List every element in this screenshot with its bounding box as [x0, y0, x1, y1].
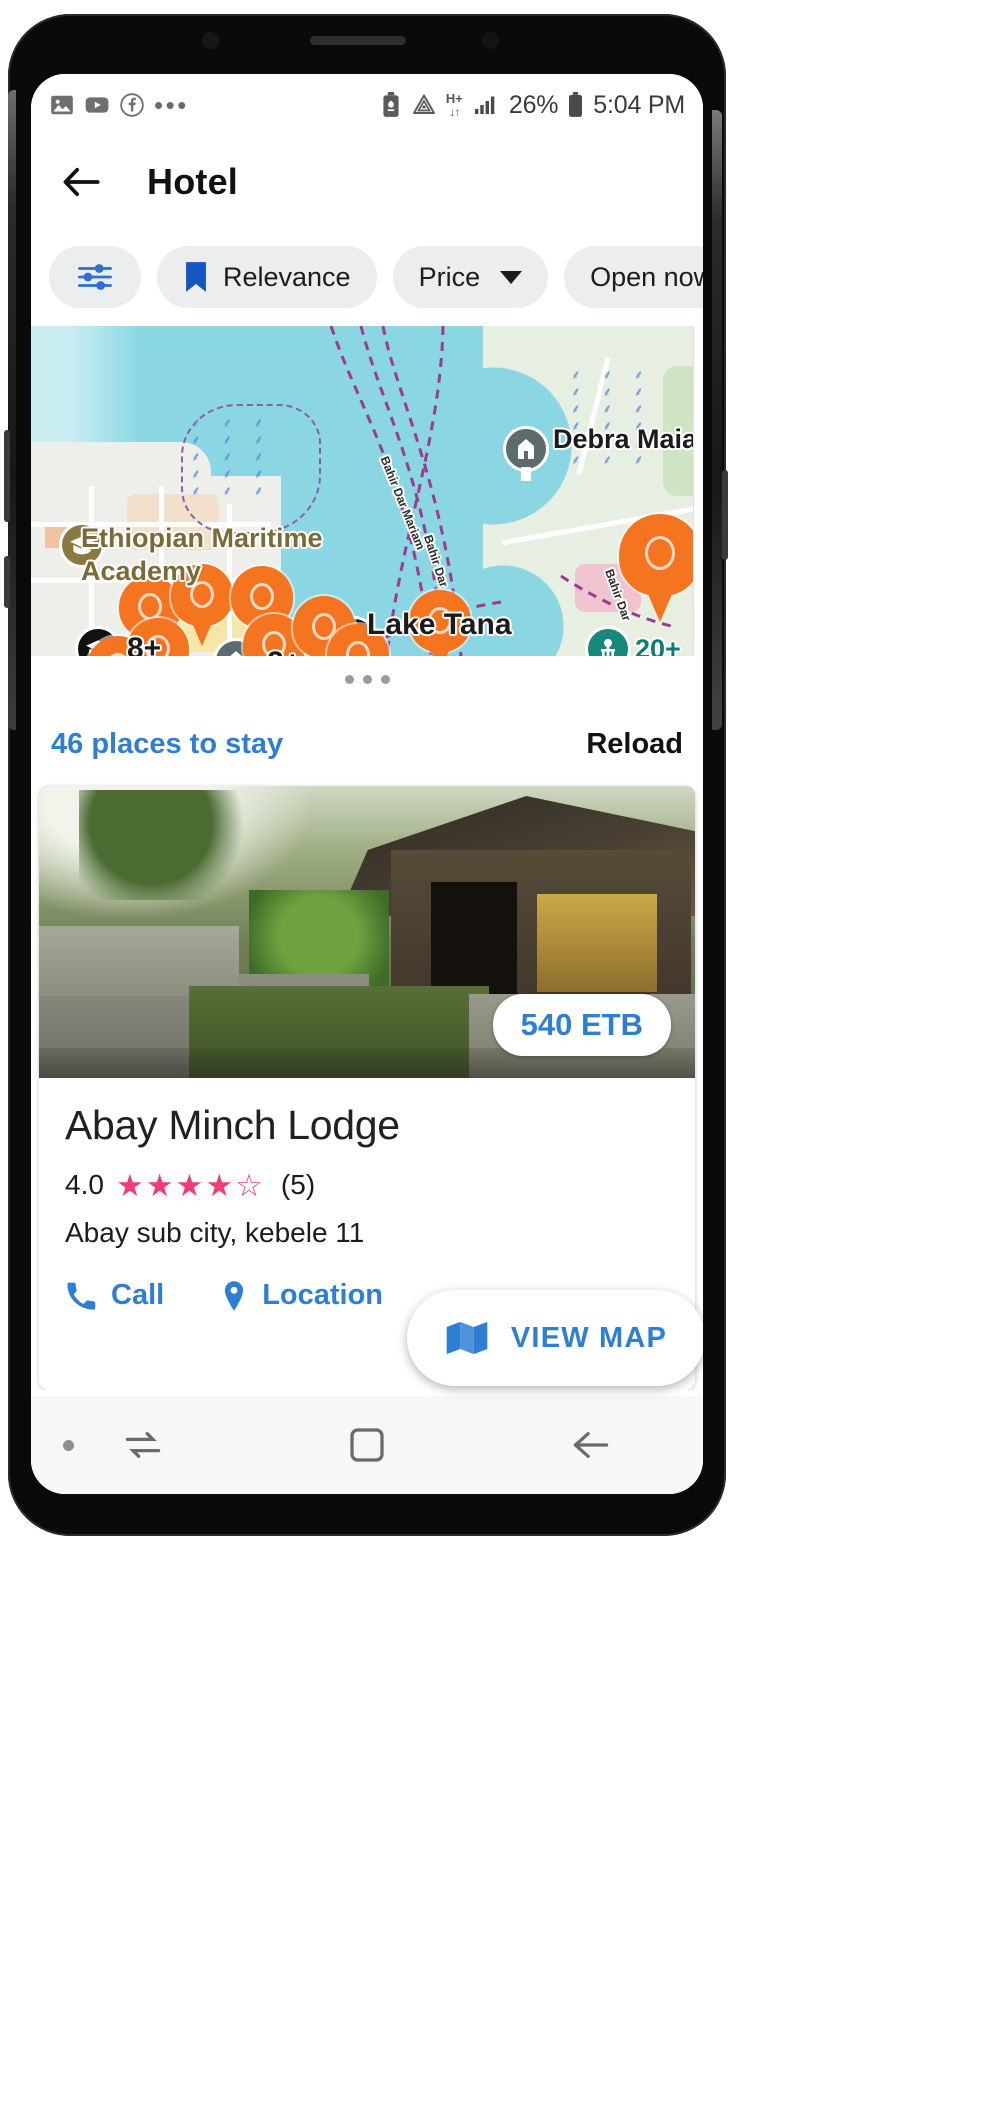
filter-chip-label: Price — [418, 261, 481, 292]
arrow-left-icon — [63, 167, 100, 197]
home-icon — [350, 1428, 384, 1462]
facebook-icon — [119, 92, 145, 118]
signal-bars-icon — [472, 93, 500, 117]
photos-icon — [49, 92, 75, 118]
hotel-address: Abay sub city, kebele 11 — [65, 1217, 365, 1248]
status-bar-system: H+ ↓↑ 26% 5:04 PM — [380, 91, 685, 120]
star-filled-icon: ★ — [145, 1167, 174, 1203]
filter-chip-label: Relevance — [223, 261, 351, 292]
view-map-fab[interactable]: VIEW MAP — [407, 1290, 703, 1386]
back-icon — [573, 1432, 609, 1458]
map-carousel-next-edge — [693, 326, 703, 662]
price-badge: 540 ETB — [492, 994, 671, 1056]
map-cluster-count-20: 20+ — [635, 634, 681, 656]
nav-home-button[interactable] — [255, 1425, 479, 1465]
carousel-dot[interactable] — [362, 674, 372, 684]
carousel-dot[interactable] — [380, 674, 390, 684]
rating-value: 4.0 — [65, 1169, 104, 1200]
filter-chip-label: Open now — [590, 261, 703, 292]
filter-chip-price[interactable]: Price — [392, 246, 549, 308]
status-bar-notifications: ••• — [49, 92, 189, 118]
map-label-debra-maiam: Debra Maiam M — [553, 424, 703, 454]
filter-chip-open-now[interactable]: Open now — [564, 246, 703, 308]
rating-count: (5) — [280, 1169, 316, 1200]
map-cluster-count-8: 8+ — [127, 632, 162, 656]
battery-icon — [567, 92, 584, 118]
filter-tune-button[interactable] — [49, 246, 141, 308]
rating-stars: ★ ★ ★ ★ ☆ — [116, 1170, 263, 1201]
battery-percent-label: 26% — [508, 90, 559, 119]
youtube-icon — [84, 92, 110, 118]
map-poi-debra-maiam[interactable] — [503, 426, 549, 481]
view-map-label: VIEW MAP — [510, 1321, 668, 1354]
star-filled-icon: ★ — [175, 1167, 204, 1203]
more-dots-icon: ••• — [154, 90, 189, 120]
hotel-rating-row: 4.0 ★ ★ ★ ★ ☆ (5) — [65, 1169, 669, 1201]
recents-icon — [125, 1432, 161, 1458]
star-filled-icon: ★ — [205, 1167, 234, 1203]
phone-edge-left — [8, 90, 16, 730]
star-empty-icon: ☆ — [235, 1167, 263, 1203]
map-cluster-count-2: 2+ — [267, 646, 301, 656]
carousel-dot[interactable] — [344, 674, 354, 684]
nav-back-button[interactable] — [479, 1428, 703, 1462]
location-button[interactable]: Location — [220, 1279, 383, 1312]
data-saver-icon — [411, 93, 437, 117]
bookmark-icon — [186, 262, 206, 292]
front-camera — [482, 32, 499, 49]
hotel-photo[interactable]: 540 ETB — [39, 786, 695, 1078]
back-button[interactable] — [53, 154, 109, 210]
power-button[interactable] — [722, 470, 728, 560]
hotel-card-body: Abay Minch Lodge 4.0 ★ ★ ★ ★ ☆ (5) Abay … — [39, 1078, 695, 1312]
page-title: Hotel — [147, 161, 238, 202]
phone-screen: ••• H+ ↓↑ 26% 5:04 PM Hotel Relevance Pr… — [31, 74, 703, 1494]
clock-label: 5:04 PM — [593, 90, 685, 119]
app-bar: Hotel — [31, 136, 703, 228]
hotel-name: Abay Minch Lodge — [65, 1102, 400, 1148]
chevron-down-icon — [500, 270, 523, 284]
star-filled-icon: ★ — [115, 1167, 144, 1203]
map-hotel-pin-large[interactable] — [619, 514, 701, 626]
map-label-lake-tana: Lake Tana — [367, 608, 512, 641]
map-pin-icon — [225, 1280, 244, 1311]
location-button-label: Location — [262, 1279, 384, 1311]
tune-sliders-icon — [78, 264, 112, 290]
call-button[interactable]: Call — [65, 1279, 164, 1312]
battery-saver-icon — [380, 92, 402, 118]
park-icon — [601, 639, 615, 656]
call-button-label: Call — [111, 1279, 165, 1311]
filter-chip-relevance[interactable]: Relevance — [157, 246, 377, 308]
results-header: 46 places to stay Reload — [31, 702, 703, 786]
nav-indicator-dot — [63, 1439, 74, 1451]
phone-edge-right — [712, 110, 722, 730]
proximity-sensor — [202, 32, 219, 49]
church-icon — [518, 439, 534, 459]
results-count-label: 46 places to stay — [51, 727, 284, 760]
map-poi-stem — [521, 467, 531, 481]
hspa-plus-icon: H+ ↓↑ — [445, 91, 463, 119]
bixby-button[interactable] — [4, 556, 10, 608]
phone-icon — [67, 1282, 96, 1310]
reload-button[interactable]: Reload — [586, 728, 683, 761]
map-preview[interactable]: ⸙ ⸙ ⸙ ⸙ ⸙ ⸙ ⸙ ⸙ ⸙ ⸙ ⸙ ⸙ ⸙ ⸙ ⸙ ⸙ ⸙ ⸙ ⸙ ⸙ ⸙ ⸙ ⸙ … — [31, 326, 703, 656]
status-bar: ••• H+ ↓↑ 26% 5:04 PM — [31, 74, 703, 136]
map-label-ethiopian-maritime: Ethiopian Maritime Academy — [81, 523, 323, 586]
map-carousel-dots[interactable] — [31, 656, 703, 702]
earpiece-speaker — [310, 36, 406, 45]
phone-screenshot: ••• H+ ↓↑ 26% 5:04 PM Hotel Relevance Pr… — [0, 0, 986, 2128]
android-nav-bar[interactable] — [31, 1396, 703, 1494]
filter-chip-row[interactable]: Relevance Price Open now — [31, 228, 703, 326]
map-folded-icon — [446, 1321, 488, 1355]
volume-button[interactable] — [4, 430, 10, 522]
